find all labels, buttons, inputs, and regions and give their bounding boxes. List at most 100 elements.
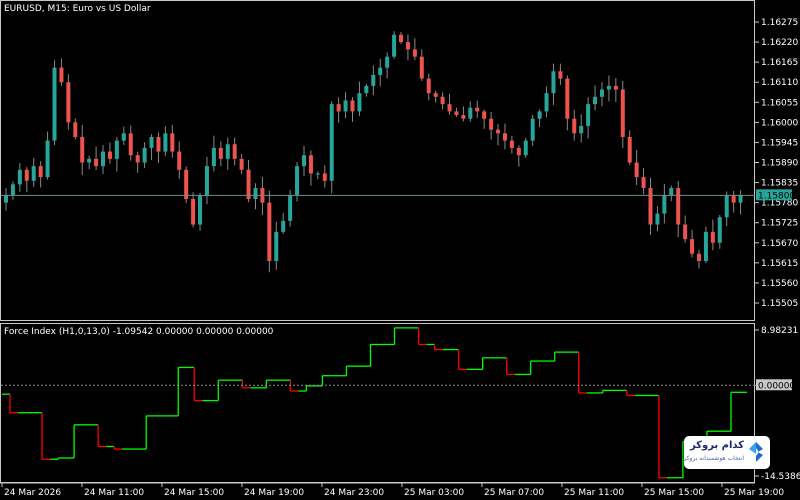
candle-body[interactable] [191,198,196,225]
candle-body[interactable] [676,188,681,225]
candle-body[interactable] [482,111,487,119]
candle-body[interactable] [73,122,78,137]
candle-body[interactable] [586,104,591,127]
candle-body[interactable] [572,118,577,134]
candle-body[interactable] [620,89,625,137]
candle-body[interactable] [558,71,563,79]
candle-body[interactable] [627,136,632,163]
candle-body[interactable] [516,147,521,156]
candle-body[interactable] [551,71,556,94]
candle-body[interactable] [662,195,667,214]
candle-body[interactable] [683,224,688,240]
candle-body[interactable] [101,151,106,167]
candle-body[interactable] [52,67,57,141]
candle-body[interactable] [641,177,646,189]
candle-body[interactable] [593,96,598,105]
candle-body[interactable] [239,158,244,170]
candle-body[interactable] [267,202,272,262]
candle-body[interactable] [350,100,355,112]
candle-body[interactable] [336,104,341,112]
candle-body[interactable] [523,140,528,156]
candle-body[interactable] [454,111,459,116]
candle-body[interactable] [156,136,161,152]
candle-body[interactable] [392,34,397,57]
candle-body[interactable] [690,239,695,254]
candle-body[interactable] [163,133,168,152]
candle-body[interactable] [710,231,715,243]
candle-body[interactable] [24,169,29,181]
candle-body[interactable] [10,184,15,196]
candle-body[interactable] [475,107,480,112]
candle-body[interactable] [114,140,119,159]
candle-body[interactable] [142,147,147,163]
candle-body[interactable] [371,74,376,86]
candle-body[interactable] [613,85,618,90]
candle-body[interactable] [232,144,237,159]
candle-body[interactable] [246,169,251,199]
candle-body[interactable] [225,144,230,159]
mt-chart-window[interactable]: 1.16275 1.16220 1.16165 1.16110 1.16055 1.160… [0,0,800,500]
candle-body[interactable] [412,49,417,57]
candle-body[interactable] [731,195,736,203]
candle-body[interactable] [565,78,570,119]
candle-body[interactable] [31,166,36,181]
candle-body[interactable] [288,195,293,221]
candle-body[interactable] [170,133,175,152]
candle-body[interactable] [599,89,604,97]
candle-body[interactable] [66,82,71,123]
candle-body[interactable] [717,217,722,243]
candle-body[interactable] [669,188,674,196]
candle-body[interactable] [385,56,390,68]
candle-body[interactable] [87,158,92,163]
candle-body[interactable] [211,147,216,167]
candle-body[interactable] [128,133,133,156]
candle-body[interactable] [315,173,320,175]
candle-body[interactable] [419,56,424,79]
candle-body[interactable] [544,93,549,112]
candle-body[interactable] [357,93,362,112]
candle-body[interactable] [322,173,327,181]
candle-body[interactable] [343,100,348,112]
candle-body[interactable] [253,188,258,199]
candle-body[interactable] [378,67,383,75]
candle-body[interactable] [329,104,334,181]
candle-body[interactable] [399,34,404,43]
candle-body[interactable] [301,155,306,167]
candle-body[interactable] [738,195,743,203]
candle-body[interactable] [295,166,300,196]
candle-body[interactable] [634,162,639,178]
candle-body[interactable] [177,151,182,170]
candle-body[interactable] [468,107,473,119]
candle-body[interactable] [4,195,8,203]
candle-body[interactable] [107,151,112,159]
candle-body[interactable] [648,188,653,225]
candle-body[interactable] [461,115,466,119]
candle-body[interactable] [537,111,542,119]
candle-body[interactable] [405,42,410,50]
candle-body[interactable] [135,155,140,163]
candle-body[interactable] [502,133,507,141]
candle-body[interactable] [364,85,369,94]
candle-body[interactable] [724,195,729,218]
candle-body[interactable] [80,136,85,163]
candle-body[interactable] [703,231,708,262]
candle-body[interactable] [281,220,286,232]
candle-body[interactable] [149,136,154,148]
candle-body[interactable] [38,166,43,178]
candle-body[interactable] [218,147,223,159]
candle-body[interactable] [184,169,189,199]
candle-body[interactable] [45,140,50,178]
candle-body[interactable] [198,195,203,225]
candle-body[interactable] [433,93,438,97]
candle-body[interactable] [94,158,99,167]
indicator-frame[interactable] [0,323,755,483]
candle-body[interactable] [204,166,209,196]
candle-body[interactable] [655,213,660,225]
candle-body[interactable] [530,118,535,141]
candle-body[interactable] [121,133,126,141]
candle-body[interactable] [606,85,611,90]
candle-body[interactable] [579,126,584,134]
candle-body[interactable] [697,253,701,262]
candle-body[interactable] [496,129,501,134]
candle-body[interactable] [308,155,313,174]
